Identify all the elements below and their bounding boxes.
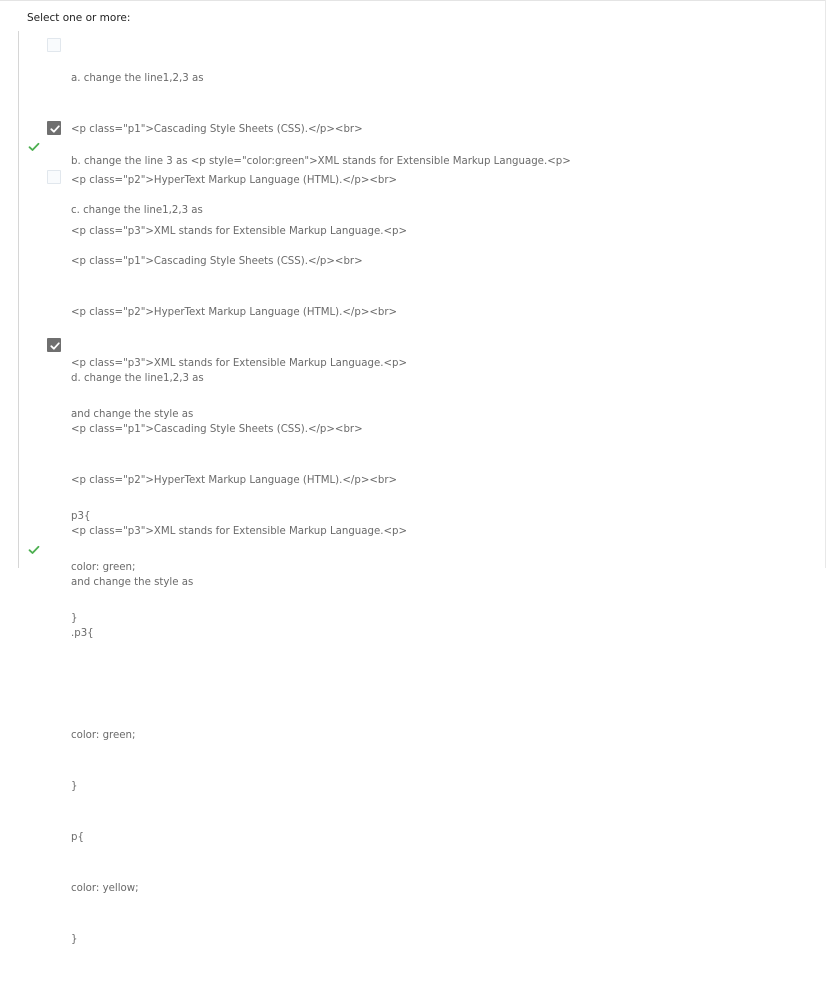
option-c-line: <p class="p2">HyperText Markup Language … — [71, 307, 398, 318]
option-c-line: <p class="p1">Cascading Style Sheets (CS… — [71, 256, 363, 267]
option-d-text: d. change the line1,2,3 as <p class="p1"… — [71, 336, 407, 982]
check-icon — [50, 342, 60, 350]
correct-check-icon — [28, 142, 40, 151]
top-divider — [0, 0, 826, 1]
option-d-line: and change the style as — [71, 577, 194, 588]
option-d-line — [71, 676, 407, 693]
option-d-line: d. change the line1,2,3 as — [71, 373, 204, 384]
option-d-line: <p class="p3">XML stands for Extensible … — [71, 526, 408, 537]
option-d-line: <p class="p1">Cascading Style Sheets (CS… — [71, 424, 363, 435]
option-d-line: .p3{ — [71, 628, 94, 639]
option-c-line: c. change the line1,2,3 as — [71, 205, 203, 216]
question-answer-panel: Select one or more: a. change the line1,… — [0, 0, 826, 945]
option-c-checkbox[interactable] — [47, 170, 61, 184]
option-b-checkbox[interactable] — [47, 121, 61, 135]
answer-prompt: Select one or more: — [27, 12, 131, 24]
option-d-line: } — [71, 934, 78, 945]
option-a-line: a. change the line1,2,3 as — [71, 73, 204, 84]
option-d-line: <p class="p2">HyperText Markup Language … — [71, 475, 398, 486]
option-d-line: color: yellow; — [71, 883, 139, 894]
option-d-line: } — [71, 781, 78, 792]
answer-block-rule — [18, 31, 19, 568]
option-d-line: color: green; — [71, 730, 136, 741]
option-a-checkbox[interactable] — [47, 38, 61, 52]
option-d-line: p{ — [71, 832, 84, 843]
check-icon — [50, 125, 60, 133]
option-d-checkbox[interactable] — [47, 338, 61, 352]
correct-check-icon — [28, 545, 40, 554]
